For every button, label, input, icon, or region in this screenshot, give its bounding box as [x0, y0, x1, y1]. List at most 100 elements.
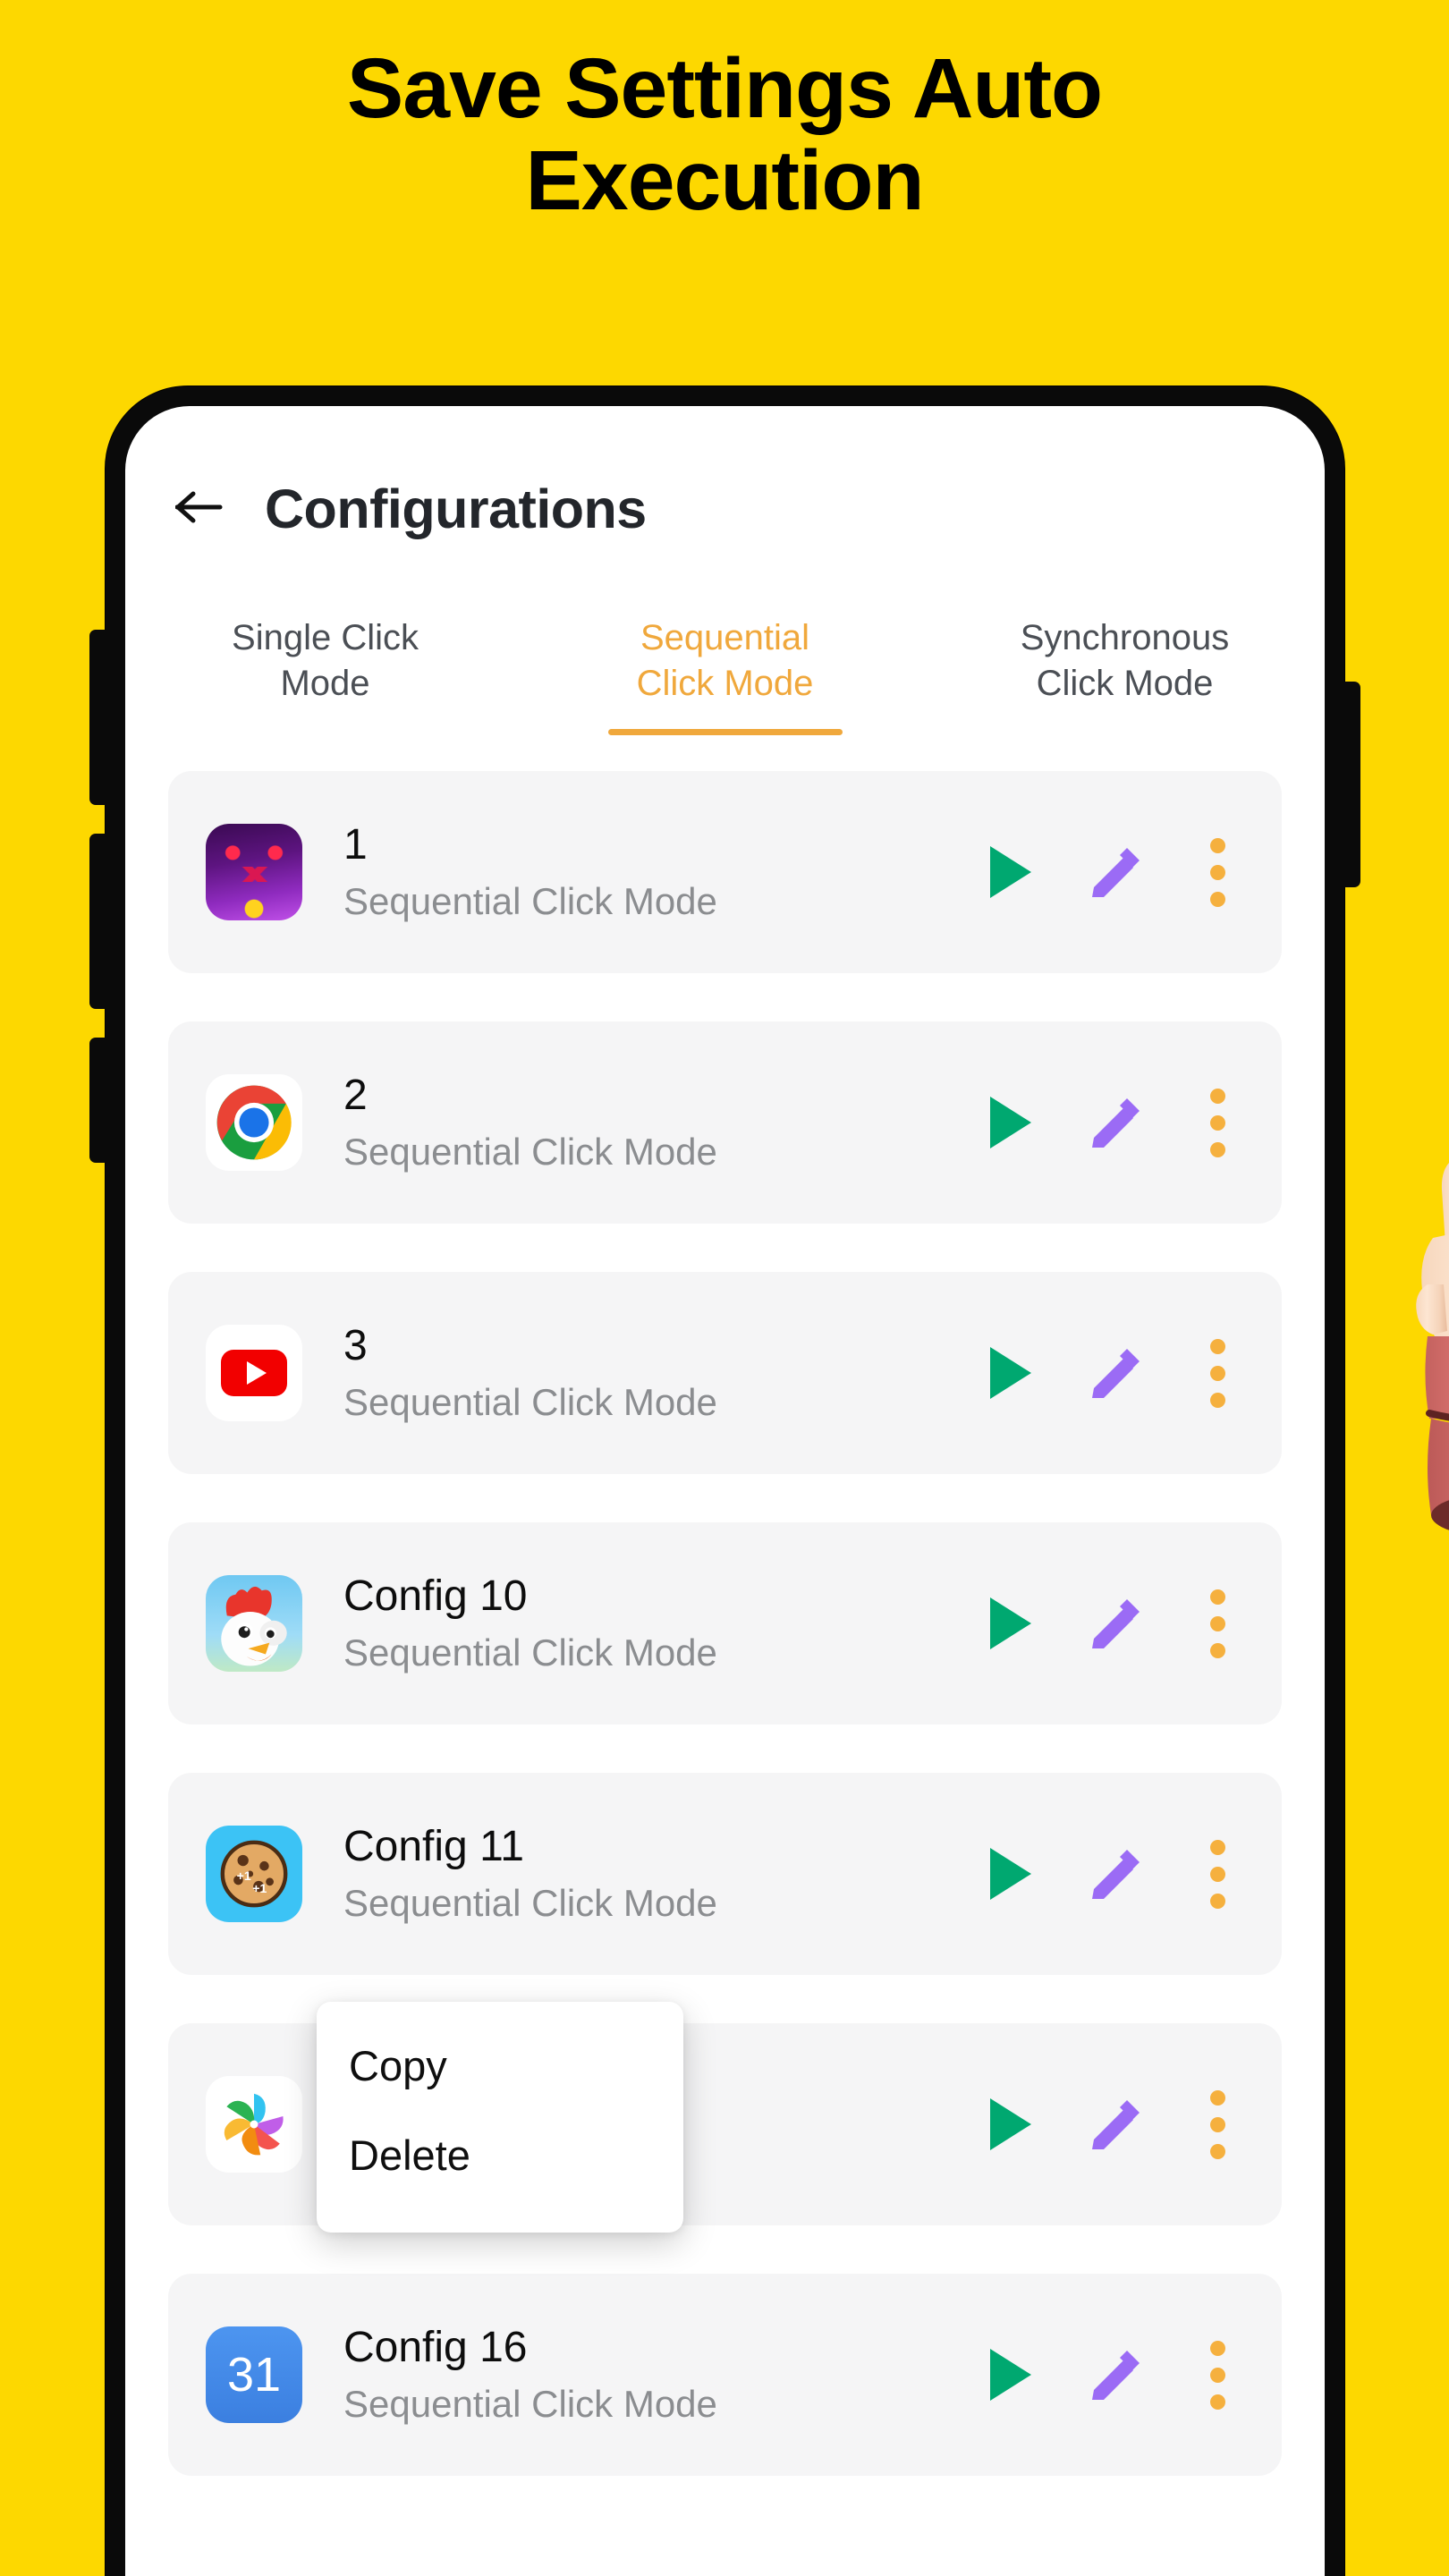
- table-row[interactable]: 1 Sequential Click Mode: [168, 771, 1282, 973]
- pencil-icon[interactable]: [1074, 1833, 1157, 1915]
- context-menu-item-delete[interactable]: Delete: [317, 2131, 683, 2220]
- row-actions: [969, 1332, 1255, 1414]
- more-dot: [1209, 2116, 1225, 2132]
- table-row[interactable]: 3 Sequential Click Mode: [168, 1272, 1282, 1474]
- row-actions: [969, 1582, 1255, 1665]
- row-text: 3 Sequential Click Mode: [343, 1322, 969, 1424]
- promo-headline: Save Settings Auto Execution: [0, 43, 1449, 226]
- row-title: 1: [343, 821, 368, 869]
- context-menu[interactable]: Copy Delete: [317, 2002, 683, 2233]
- tab-label: Synchronous Click Mode: [1020, 618, 1230, 704]
- arrow-left-icon: [174, 489, 224, 530]
- table-row[interactable]: +1 +1 Config 11 Sequential Click Mode: [168, 1773, 1282, 1975]
- row-title: Config 11: [343, 1823, 524, 1871]
- more-dot: [1209, 1338, 1225, 1354]
- volume-up-button[interactable]: [89, 630, 109, 805]
- more-vertical-icon[interactable]: [1180, 1332, 1255, 1414]
- svg-text:+1: +1: [252, 1881, 267, 1895]
- svg-text:+1: +1: [237, 1868, 251, 1883]
- more-vertical-icon[interactable]: [1180, 2083, 1255, 2165]
- more-vertical-icon[interactable]: [1180, 831, 1255, 913]
- more-vertical-icon[interactable]: [1180, 1833, 1255, 1915]
- pencil-icon[interactable]: [1074, 2334, 1157, 2416]
- row-title: 3: [343, 1322, 368, 1370]
- more-dot: [1209, 1866, 1225, 1882]
- game-monster-icon: [206, 824, 302, 920]
- more-vertical-icon[interactable]: [1180, 1081, 1255, 1164]
- play-icon[interactable]: [969, 831, 1051, 913]
- tab-label: Single Click Mode: [232, 618, 419, 704]
- row-actions: [969, 2334, 1255, 2416]
- phone-frame: Configurations Single Click Mode Sequent…: [89, 386, 1360, 2576]
- more-dot: [1209, 1088, 1225, 1104]
- row-actions: [969, 2083, 1255, 2165]
- more-dot: [1209, 1365, 1225, 1381]
- tab-underline: [607, 729, 843, 735]
- tab-synchronous-click-mode[interactable]: Synchronous Click Mode: [925, 601, 1325, 735]
- row-title: Config 16: [343, 2324, 528, 2372]
- more-dot: [1209, 1141, 1225, 1157]
- row-title: 2: [343, 1072, 368, 1120]
- volume-down-button[interactable]: [89, 834, 109, 1009]
- more-dot: [1209, 1589, 1225, 1605]
- chrome-icon: [206, 1074, 302, 1171]
- more-dot: [1209, 1642, 1225, 1658]
- play-icon[interactable]: [969, 1081, 1051, 1164]
- calendar-31-icon: 31: [206, 2326, 302, 2423]
- promo-headline-line-1: Save Settings Auto: [346, 41, 1103, 136]
- row-subtitle: Sequential Click Mode: [343, 2382, 717, 2425]
- row-actions: [969, 1833, 1255, 1915]
- more-dot: [1209, 2367, 1225, 2383]
- more-dot: [1209, 2394, 1225, 2410]
- tab-label: Sequential Click Mode: [636, 618, 814, 704]
- app-bar: Configurations: [125, 455, 1325, 563]
- table-row[interactable]: Config 10 Sequential Click Mode: [168, 1522, 1282, 1724]
- tab-single-click-mode[interactable]: Single Click Mode: [125, 601, 525, 735]
- youtube-icon: [206, 1325, 302, 1421]
- pointing-hand-cursor: [1368, 1145, 1449, 1646]
- row-text: 1 Sequential Click Mode: [343, 821, 969, 923]
- play-icon[interactable]: [969, 2334, 1051, 2416]
- pencil-icon[interactable]: [1074, 2083, 1157, 2165]
- config-list[interactable]: 1 Sequential Click Mode 2 Sequential Cli…: [125, 771, 1325, 2576]
- row-subtitle: Sequential Click Mode: [343, 1130, 717, 1173]
- pencil-icon[interactable]: [1074, 1081, 1157, 1164]
- more-vertical-icon[interactable]: [1180, 2334, 1255, 2416]
- play-icon[interactable]: [969, 1582, 1051, 1665]
- pencil-icon[interactable]: [1074, 1582, 1157, 1665]
- row-subtitle: Sequential Click Mode: [343, 879, 717, 922]
- tab-underline: [208, 729, 443, 735]
- table-row[interactable]: 2 Sequential Click Mode: [168, 1021, 1282, 1224]
- row-subtitle: Sequential Click Mode: [343, 1631, 717, 1674]
- back-button[interactable]: [168, 478, 231, 540]
- play-icon[interactable]: [969, 1833, 1051, 1915]
- play-icon[interactable]: [969, 2083, 1051, 2165]
- tab-underline: [1008, 729, 1242, 735]
- power-button[interactable]: [1341, 682, 1360, 887]
- table-row[interactable]: 31 Config 16 Sequential Click Mode: [168, 2274, 1282, 2476]
- promo-headline-line-2: Execution: [525, 132, 925, 228]
- chicken-game-icon: [206, 1575, 302, 1672]
- volume-extra-button[interactable]: [89, 1038, 109, 1163]
- row-text: Config 16 Sequential Click Mode: [343, 2324, 969, 2426]
- more-dot: [1209, 891, 1225, 907]
- play-icon[interactable]: [969, 1332, 1051, 1414]
- row-text: 2 Sequential Click Mode: [343, 1072, 969, 1174]
- tab-sequential-click-mode[interactable]: Sequential Click Mode: [525, 601, 925, 735]
- cookie-clicker-icon: +1 +1: [206, 1826, 302, 1922]
- context-menu-item-copy[interactable]: Copy: [317, 2041, 683, 2131]
- row-text: Config 10 Sequential Click Mode: [343, 1572, 969, 1674]
- pencil-icon[interactable]: [1074, 1332, 1157, 1414]
- gallery-icon: [206, 2076, 302, 2173]
- row-text: Config 11 Sequential Click Mode: [343, 1823, 969, 1925]
- row-subtitle: Sequential Click Mode: [343, 1881, 717, 1924]
- more-dot: [1209, 1392, 1225, 1408]
- row-title: Config 10: [343, 1572, 528, 1621]
- tab-bar: Single Click Mode Sequential Click Mode …: [125, 601, 1325, 735]
- more-dot: [1209, 2143, 1225, 2159]
- more-dot: [1209, 2340, 1225, 2356]
- pencil-icon[interactable]: [1074, 831, 1157, 913]
- more-dot: [1209, 1114, 1225, 1131]
- more-dot: [1209, 1893, 1225, 1909]
- more-vertical-icon[interactable]: [1180, 1582, 1255, 1665]
